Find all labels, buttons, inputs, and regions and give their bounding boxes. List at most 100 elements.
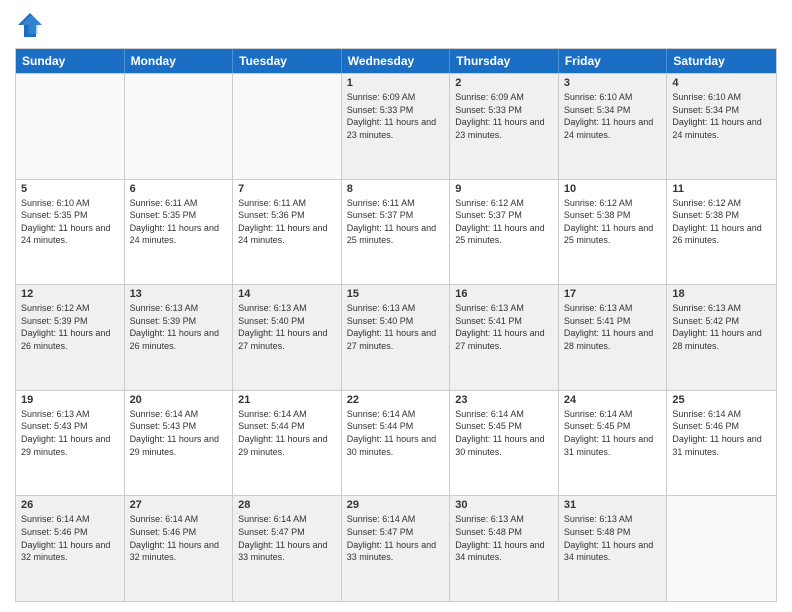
cal-cell-19: 19 Sunrise: 6:13 AMSunset: 5:43 PMDayligh…: [16, 391, 125, 496]
day-number: 29: [347, 499, 445, 511]
logo-icon: [15, 10, 45, 40]
cal-cell-21: 21Sunrise: 6:14 AMSunset: 5:44 PMDayligh…: [233, 391, 342, 496]
cal-cell-16: 16 Sunrise: 6:13 AMSunset: 5:41 PMDayligh…: [450, 285, 559, 390]
cal-row-4: 26 Sunrise: 6:14 AMSunset: 5:46 PMDayligh…: [16, 495, 776, 601]
cal-cell-11: 11 Sunrise: 6:12 AMSunset: 5:38 PMDayligh…: [667, 180, 776, 285]
day-number: 7: [238, 183, 336, 195]
cell-info: Sunrise: 6:14 AMSunset: 5:46 PMDaylight:…: [130, 513, 228, 563]
header-cell-friday: Friday: [559, 49, 668, 73]
cell-info: Sunrise: 6:09 AMSunset: 5:33 PMDaylight:…: [347, 91, 445, 141]
cal-cell-26: 26 Sunrise: 6:14 AMSunset: 5:46 PMDayligh…: [16, 496, 125, 601]
cell-info: Sunrise: 6:14 AMSunset: 5:45 PMDaylight:…: [564, 408, 662, 458]
cal-cell-1: 1 Sunrise: 6:09 AMSunset: 5:33 PMDaylight…: [342, 74, 451, 179]
day-number: 2: [455, 77, 553, 89]
cal-cell-25: 25 Sunrise: 6:14 AMSunset: 5:46 PMDayligh…: [667, 391, 776, 496]
cal-cell-28: 28 Sunrise: 6:14 AMSunset: 5:47 PMDayligh…: [233, 496, 342, 601]
cell-info: Sunrise: 6:14 AMSunset: 5:43 PMDaylight:…: [130, 408, 228, 458]
day-number: 6: [130, 183, 228, 195]
day-number: 8: [347, 183, 445, 195]
page: SundayMondayTuesdayWednesdayThursdayFrid…: [0, 0, 792, 612]
header-cell-thursday: Thursday: [450, 49, 559, 73]
day-number: 16: [455, 288, 553, 300]
day-number: 3: [564, 77, 662, 89]
day-number: 24: [564, 394, 662, 406]
cell-info: Sunrise: 6:12 AMSunset: 5:38 PMDaylight:…: [564, 197, 662, 247]
cal-cell-17: 17 Sunrise: 6:13 AMSunset: 5:41 PMDayligh…: [559, 285, 668, 390]
cal-cell-empty-0-2: [233, 74, 342, 179]
logo: [15, 10, 49, 40]
day-number: 18: [672, 288, 771, 300]
cal-row-1: 5Sunrise: 6:10 AMSunset: 5:35 PMDaylight…: [16, 179, 776, 285]
day-number: 17: [564, 288, 662, 300]
cell-info: Sunrise: 6:14 AMSunset: 5:46 PMDaylight:…: [672, 408, 771, 458]
cell-info: Sunrise: 6:13 AMSunset: 5:43 PMDaylight:…: [21, 408, 119, 458]
cell-info: Sunrise: 6:14 AMSunset: 5:46 PMDaylight:…: [21, 513, 119, 563]
cal-row-2: 12Sunrise: 6:12 AMSunset: 5:39 PMDayligh…: [16, 284, 776, 390]
day-number: 31: [564, 499, 662, 511]
cell-info: Sunrise: 6:11 AMSunset: 5:37 PMDaylight:…: [347, 197, 445, 247]
day-number: 15: [347, 288, 445, 300]
header-cell-sunday: Sunday: [16, 49, 125, 73]
cell-info: Sunrise: 6:13 AMSunset: 5:41 PMDaylight:…: [564, 302, 662, 352]
header-cell-saturday: Saturday: [667, 49, 776, 73]
header-cell-wednesday: Wednesday: [342, 49, 451, 73]
calendar: SundayMondayTuesdayWednesdayThursdayFrid…: [15, 48, 777, 602]
day-number: 30: [455, 499, 553, 511]
calendar-header: SundayMondayTuesdayWednesdayThursdayFrid…: [16, 49, 776, 73]
cal-cell-18: 18Sunrise: 6:13 AMSunset: 5:42 PMDayligh…: [667, 285, 776, 390]
cell-info: Sunrise: 6:13 AMSunset: 5:41 PMDaylight:…: [455, 302, 553, 352]
day-number: 4: [672, 77, 771, 89]
day-number: 1: [347, 77, 445, 89]
cell-info: Sunrise: 6:10 AMSunset: 5:34 PMDaylight:…: [672, 91, 771, 141]
cal-cell-10: 10 Sunrise: 6:12 AMSunset: 5:38 PMDayligh…: [559, 180, 668, 285]
cell-info: Sunrise: 6:13 AMSunset: 5:40 PMDaylight:…: [347, 302, 445, 352]
cal-cell-7: 7 Sunrise: 6:11 AMSunset: 5:36 PMDaylight…: [233, 180, 342, 285]
cal-cell-27: 27Sunrise: 6:14 AMSunset: 5:46 PMDayligh…: [125, 496, 234, 601]
cell-info: Sunrise: 6:14 AMSunset: 5:45 PMDaylight:…: [455, 408, 553, 458]
cal-cell-6: 6 Sunrise: 6:11 AMSunset: 5:35 PMDaylight…: [125, 180, 234, 285]
cal-cell-9: 9Sunrise: 6:12 AMSunset: 5:37 PMDaylight…: [450, 180, 559, 285]
cell-info: Sunrise: 6:12 AMSunset: 5:38 PMDaylight:…: [672, 197, 771, 247]
day-number: 19: [21, 394, 119, 406]
day-number: 11: [672, 183, 771, 195]
header-cell-tuesday: Tuesday: [233, 49, 342, 73]
cal-cell-29: 29 Sunrise: 6:14 AMSunset: 5:47 PMDayligh…: [342, 496, 451, 601]
cal-cell-8: 8 Sunrise: 6:11 AMSunset: 5:37 PMDaylight…: [342, 180, 451, 285]
cal-cell-23: 23Sunrise: 6:14 AMSunset: 5:45 PMDayligh…: [450, 391, 559, 496]
cell-info: Sunrise: 6:13 AMSunset: 5:48 PMDaylight:…: [564, 513, 662, 563]
cal-cell-30: 30 Sunrise: 6:13 AMSunset: 5:48 PMDayligh…: [450, 496, 559, 601]
cell-info: Sunrise: 6:11 AMSunset: 5:36 PMDaylight:…: [238, 197, 336, 247]
day-number: 20: [130, 394, 228, 406]
cell-info: Sunrise: 6:10 AMSunset: 5:34 PMDaylight:…: [564, 91, 662, 141]
day-number: 25: [672, 394, 771, 406]
cal-cell-15: 15 Sunrise: 6:13 AMSunset: 5:40 PMDayligh…: [342, 285, 451, 390]
day-number: 10: [564, 183, 662, 195]
cal-row-0: 1 Sunrise: 6:09 AMSunset: 5:33 PMDaylight…: [16, 73, 776, 179]
cal-cell-13: 13Sunrise: 6:13 AMSunset: 5:39 PMDayligh…: [125, 285, 234, 390]
header: [15, 10, 777, 40]
cal-cell-5: 5Sunrise: 6:10 AMSunset: 5:35 PMDaylight…: [16, 180, 125, 285]
cell-info: Sunrise: 6:13 AMSunset: 5:40 PMDaylight:…: [238, 302, 336, 352]
cal-cell-2: 2 Sunrise: 6:09 AMSunset: 5:33 PMDaylight…: [450, 74, 559, 179]
header-cell-monday: Monday: [125, 49, 234, 73]
cell-info: Sunrise: 6:14 AMSunset: 5:47 PMDaylight:…: [238, 513, 336, 563]
cal-cell-24: 24 Sunrise: 6:14 AMSunset: 5:45 PMDayligh…: [559, 391, 668, 496]
cell-info: Sunrise: 6:14 AMSunset: 5:47 PMDaylight:…: [347, 513, 445, 563]
cal-cell-22: 22 Sunrise: 6:14 AMSunset: 5:44 PMDayligh…: [342, 391, 451, 496]
cell-info: Sunrise: 6:11 AMSunset: 5:35 PMDaylight:…: [130, 197, 228, 247]
day-number: 26: [21, 499, 119, 511]
day-number: 28: [238, 499, 336, 511]
day-number: 22: [347, 394, 445, 406]
cal-cell-empty-0-1: [125, 74, 234, 179]
cal-cell-12: 12Sunrise: 6:12 AMSunset: 5:39 PMDayligh…: [16, 285, 125, 390]
cal-cell-3: 3 Sunrise: 6:10 AMSunset: 5:34 PMDaylight…: [559, 74, 668, 179]
cal-cell-empty-4-6: [667, 496, 776, 601]
cell-info: Sunrise: 6:13 AMSunset: 5:48 PMDaylight:…: [455, 513, 553, 563]
day-number: 9: [455, 183, 553, 195]
cell-info: Sunrise: 6:09 AMSunset: 5:33 PMDaylight:…: [455, 91, 553, 141]
cell-info: Sunrise: 6:14 AMSunset: 5:44 PMDaylight:…: [347, 408, 445, 458]
cal-cell-20: 20 Sunrise: 6:14 AMSunset: 5:43 PMDayligh…: [125, 391, 234, 496]
day-number: 21: [238, 394, 336, 406]
calendar-body: 1 Sunrise: 6:09 AMSunset: 5:33 PMDaylight…: [16, 73, 776, 601]
cal-cell-4: 4 Sunrise: 6:10 AMSunset: 5:34 PMDaylight…: [667, 74, 776, 179]
